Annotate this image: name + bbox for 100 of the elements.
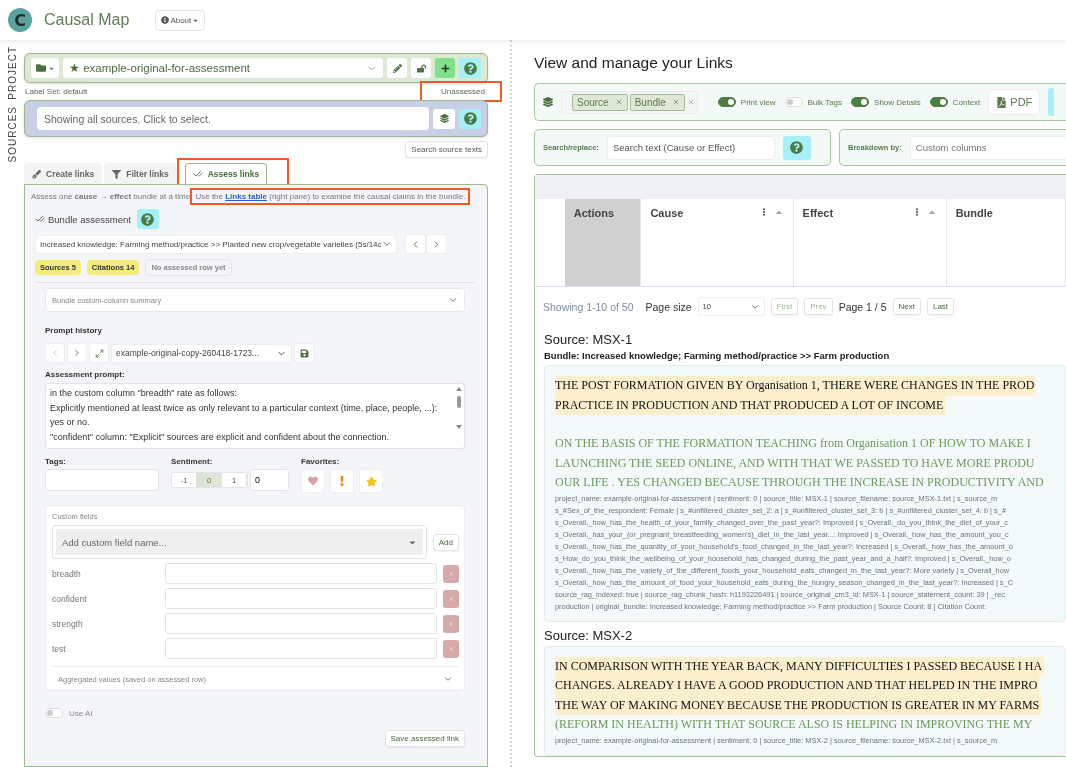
pagination-summary: Showing 1-10 of 50 xyxy=(543,300,634,313)
about-menu-button[interactable]: About xyxy=(155,9,206,31)
help-button[interactable] xyxy=(459,108,481,129)
field-label: Assessment prompt: xyxy=(45,370,126,379)
help-button[interactable] xyxy=(459,58,481,78)
custom-field-label: breadth xyxy=(52,568,82,579)
context-line: LAUNCHING THE SEED ONLINE, AND WITH THAT WE PASSED TO HAVE MORE PRODU xyxy=(555,454,1035,472)
filter-icon xyxy=(112,169,122,179)
delete-button[interactable] xyxy=(443,614,459,633)
star-icon xyxy=(365,475,377,487)
delete-button[interactable] xyxy=(443,639,459,658)
folder-icon xyxy=(35,63,46,73)
heart-icon xyxy=(308,476,318,486)
close-icon xyxy=(448,595,454,602)
edit-button[interactable] xyxy=(387,58,407,78)
toggle-label: Bulk Tags xyxy=(807,97,843,107)
instruction-text: Use the Links table (right pane) to examine the causal claims in the bundle. xyxy=(195,192,466,201)
heart-button[interactable] xyxy=(301,469,325,493)
close-icon xyxy=(614,98,623,106)
custom-field-input[interactable] xyxy=(165,588,437,609)
close-icon xyxy=(448,645,454,652)
tab[interactable]: Filter links xyxy=(104,163,177,184)
layers-icon xyxy=(439,114,449,123)
layers-button[interactable] xyxy=(433,108,455,129)
chevron-down-icon xyxy=(448,295,458,305)
intro-text: Assess one cause → effect bundle at a time. xyxy=(31,192,193,201)
pagination-button[interactable]: Next xyxy=(892,298,921,315)
toggle-switch[interactable] xyxy=(851,97,870,107)
tab[interactable]: Assess links xyxy=(184,163,268,184)
next-button[interactable] xyxy=(426,234,447,254)
question-icon xyxy=(463,112,477,125)
toggle-label: Show Details xyxy=(874,97,921,107)
bundle-select[interactable]: Increased knowledge: Farming method/practice >> Planted new crop/vegetable varieties (5s/14c xyxy=(35,234,397,254)
column-chip[interactable]: Bundle xyxy=(629,93,685,111)
tab[interactable]: Create links xyxy=(24,163,103,184)
section-heading: Bundle assessment xyxy=(48,213,131,225)
expand-button[interactable] xyxy=(89,343,109,363)
field-label: Sentiment: xyxy=(171,457,214,466)
unlock-button[interactable] xyxy=(411,58,431,78)
next-button[interactable] xyxy=(67,343,87,363)
question-icon xyxy=(463,61,477,75)
search-field[interactable]: Search text (Cause or Effect) xyxy=(606,135,775,160)
use-ai-switch[interactable] xyxy=(45,708,63,718)
custom-field-input[interactable] xyxy=(165,613,437,634)
toggle-label: Print view xyxy=(740,97,776,107)
close-icon xyxy=(448,620,454,627)
project-select[interactable]: ★ example-original-for-assessment xyxy=(63,58,383,78)
previous-button[interactable] xyxy=(405,234,426,254)
column-header[interactable]: Actions xyxy=(564,199,642,286)
context-line: OUR LIFE . YES CHANGED BECAUSE THROUGH THE INCREASE IN PRODUCTIVITY AND xyxy=(555,474,1044,491)
toolbar-button[interactable] xyxy=(1048,88,1055,116)
sentiment-input[interactable]: 0 xyxy=(250,469,289,491)
close-icon xyxy=(671,98,680,106)
clear-icon[interactable] xyxy=(686,98,695,106)
pencil-icon xyxy=(392,63,402,73)
pdf-button[interactable]: PDF xyxy=(988,89,1041,115)
folder-menu-button[interactable] xyxy=(31,58,59,78)
custom-field-combobox[interactable]: Add custom field name... xyxy=(56,529,423,555)
toggle-switch[interactable] xyxy=(929,97,948,107)
delete-button[interactable] xyxy=(443,564,459,583)
plus-icon xyxy=(440,63,450,73)
column-chips-field[interactable]: Source Bundle xyxy=(561,90,698,114)
custom-field-input[interactable] xyxy=(165,638,437,659)
delete-button[interactable] xyxy=(443,589,459,608)
save-assessed-link-button[interactable]: Save assessed link xyxy=(384,730,465,747)
custom-field-label: test xyxy=(52,643,67,654)
star-button[interactable] xyxy=(359,469,383,493)
page-indicator: Page 1 / 5 xyxy=(838,300,887,313)
prompt-textarea[interactable]: in the custom column "breadth" rate as follows: Explicitly mentioned at least twice as only relevant to a particular context (time, place, people, ...): yes or no. "confident" column: "Explicit" sources are explicit and confident about the connection. xyxy=(45,383,465,449)
custom-field-input[interactable] xyxy=(165,563,437,584)
add-button[interactable] xyxy=(435,58,455,78)
chevron-down-icon xyxy=(443,674,453,684)
toggle-label: Context xyxy=(952,97,981,107)
pagination-button[interactable]: Last xyxy=(926,298,955,315)
save-button[interactable] xyxy=(294,343,314,363)
help-button[interactable] xyxy=(136,209,159,229)
exclamation-button[interactable] xyxy=(330,469,354,493)
chevron-down-icon xyxy=(382,239,392,249)
field-label: Favorites: xyxy=(301,457,341,466)
breakdown-select[interactable]: Custom columns xyxy=(909,135,1066,160)
links-table-link[interactable]: Links table xyxy=(225,192,268,201)
pen-icon xyxy=(32,169,41,179)
chevron-right-icon xyxy=(72,348,82,358)
custom-field-label: confident xyxy=(52,593,88,604)
toggle-switch[interactable] xyxy=(717,97,736,107)
tags-input[interactable] xyxy=(45,469,159,491)
pdf-file-icon xyxy=(996,96,1008,108)
search-source-texts-button[interactable]: Search source texts xyxy=(405,141,488,158)
double-check-icon xyxy=(192,169,203,179)
switch-label: Use AI xyxy=(69,708,93,718)
prompt-history-select[interactable]: example-original-copy-260418-1723... xyxy=(111,343,292,363)
layers-icon xyxy=(543,97,553,107)
source-select-field[interactable]: Showing all sources. Click to select. xyxy=(37,107,429,130)
question-icon xyxy=(790,141,804,154)
context-line: ON THE BASIS OF THE FORMATION TEACHING from Organisation 1 OF HOW TO MAKE I xyxy=(555,435,1031,452)
close-icon xyxy=(448,570,454,577)
add-field-button[interactable]: Add xyxy=(432,533,459,551)
column-chip[interactable]: Source xyxy=(572,93,628,111)
field-label: Prompt history xyxy=(45,326,103,335)
help-button[interactable] xyxy=(782,135,811,160)
